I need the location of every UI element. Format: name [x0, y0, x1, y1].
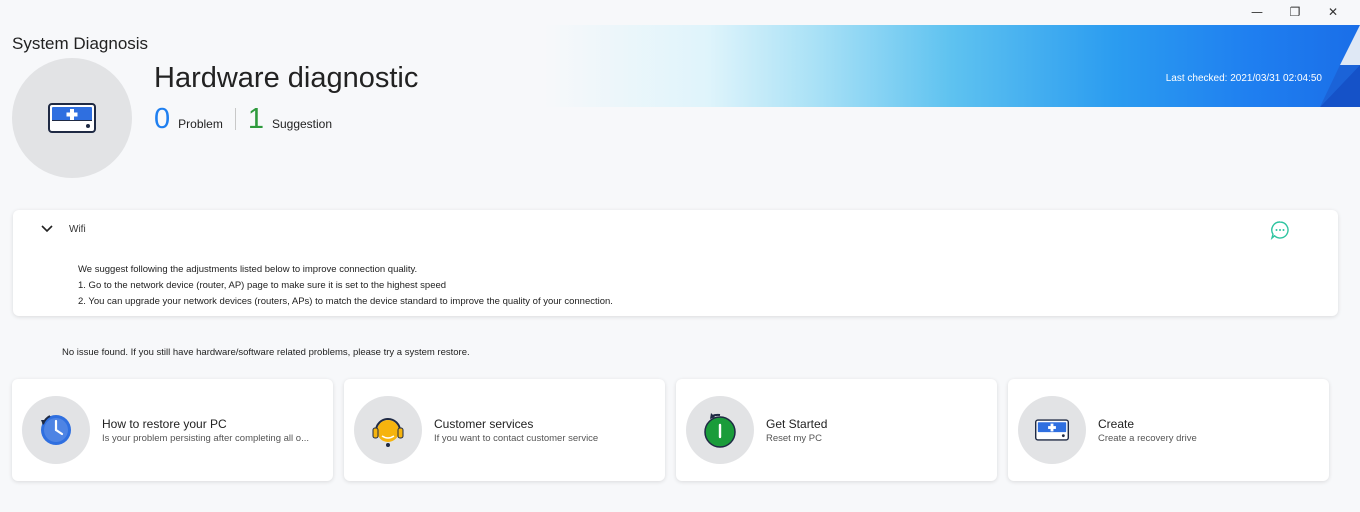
corner-fold-decoration: [1320, 25, 1360, 107]
chevron-down-icon[interactable]: [39, 222, 55, 236]
page-title: Hardware diagnostic: [154, 62, 419, 94]
close-button[interactable]: ✕: [1314, 2, 1352, 22]
wifi-suggestion-text: We suggest following the adjustments lis…: [78, 262, 613, 310]
card-title: Get Started: [766, 417, 828, 431]
card-icon-circle: [686, 396, 754, 464]
problem-count: 0: [154, 103, 171, 135]
card-subtitle: Create a recovery drive: [1098, 433, 1197, 444]
create-recovery-drive-card[interactable]: Create Create a recovery drive: [1008, 379, 1329, 481]
last-checked-timestamp: Last checked: 2021/03/31 02:04:50: [1165, 73, 1322, 84]
wifi-suggestion-card: Wifi We suggest following the adjustment…: [13, 210, 1338, 316]
customer-services-card[interactable]: Customer services If you want to contact…: [344, 379, 665, 481]
hero-icon-circle: [12, 58, 132, 178]
card-icon-circle: [354, 396, 422, 464]
suggestion-step-2: 2. You can upgrade your network devices …: [78, 296, 613, 307]
system-diagnosis-window: — ❐ ✕ System Diagnosis Hardware diagnost…: [0, 0, 1360, 512]
suggestion-intro: We suggest following the adjustments lis…: [78, 264, 418, 275]
card-icon-circle: [22, 396, 90, 464]
clock-restore-icon: [41, 415, 71, 445]
recovery-drive-icon: [1035, 419, 1069, 441]
restore-pc-card[interactable]: How to restore your PC Is your problem p…: [12, 379, 333, 481]
no-issue-message: No issue found. If you still have hardwa…: [62, 347, 470, 358]
suggestion-label: Suggestion: [271, 117, 333, 131]
wifi-section-label[interactable]: Wifi: [69, 224, 86, 235]
headset-support-icon: [372, 418, 404, 447]
card-icon-circle: [1018, 396, 1086, 464]
card-subtitle: Reset my PC: [766, 433, 822, 444]
result-counts: 0 Problem 1 Suggestion: [154, 104, 332, 134]
restore-button[interactable]: ❐: [1276, 2, 1314, 22]
power-reset-icon: [704, 413, 736, 448]
card-title: Customer services: [434, 417, 534, 431]
card-title: How to restore your PC: [102, 417, 227, 431]
suggestion-count: 1: [247, 103, 264, 135]
chat-bubble-icon[interactable]: [1270, 220, 1290, 240]
app-title: System Diagnosis: [12, 34, 149, 53]
suggestion-step-1: 1. Go to the network device (router, AP)…: [78, 280, 447, 291]
minimize-button[interactable]: —: [1238, 2, 1276, 22]
action-cards: How to restore your PC Is your problem p…: [12, 379, 1329, 481]
hard-drive-plus-icon: [48, 103, 96, 133]
window-controls: — ❐ ✕: [1238, 2, 1352, 22]
card-subtitle: Is your problem persisting after complet…: [102, 433, 309, 444]
card-subtitle: If you want to contact customer service: [434, 433, 599, 444]
problem-label: Problem: [178, 117, 223, 131]
card-title: Create: [1098, 417, 1135, 431]
count-divider: [234, 108, 236, 130]
get-started-card[interactable]: Get Started Reset my PC: [676, 379, 997, 481]
